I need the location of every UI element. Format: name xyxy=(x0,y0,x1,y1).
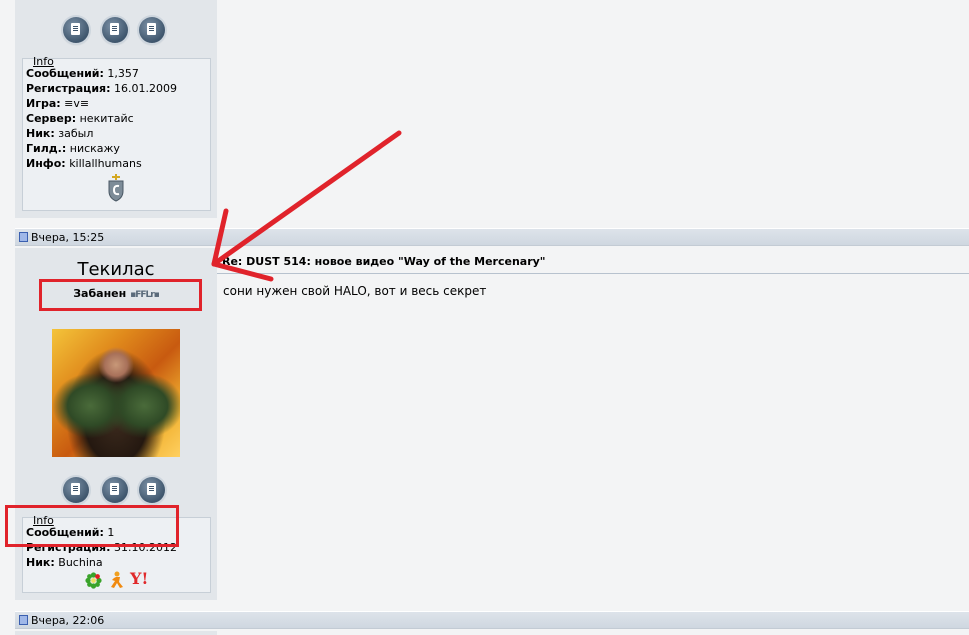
annotation-arrow xyxy=(211,130,402,282)
